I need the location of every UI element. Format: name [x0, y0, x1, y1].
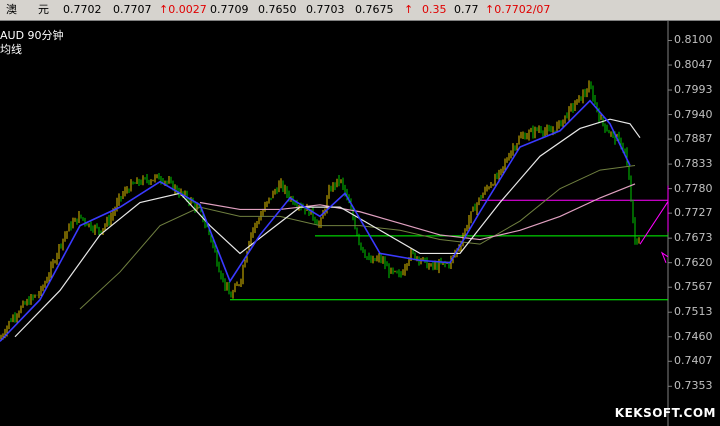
- quote-value-7: 0.35: [422, 3, 447, 16]
- y-tick-label: 0.7780: [674, 181, 713, 195]
- y-tick-label: 0.7567: [674, 280, 713, 294]
- quote-value-2: 0.7707: [113, 3, 152, 16]
- projection-arrow-icon: [660, 251, 669, 263]
- quote-value-5: 0.7703: [306, 3, 345, 16]
- moving-average-white: [14, 118, 641, 338]
- y-tick-label: 0.7887: [674, 132, 713, 146]
- y-tick-label: 0.7727: [674, 206, 713, 220]
- quote-value-8: 0.77: [454, 3, 479, 16]
- price-chart: [0, 20, 672, 426]
- moving-average-olive: [79, 164, 636, 310]
- y-tick-label: 0.7940: [674, 107, 713, 121]
- quote-value-4: 0.7650: [258, 3, 297, 16]
- projection-line: [639, 201, 669, 245]
- quote-value-9: ↑0.7702/07: [485, 3, 551, 16]
- y-tick-label: 0.7513: [674, 305, 713, 319]
- y-tick-label: 0.7407: [674, 354, 713, 368]
- y-tick-label: 0.7993: [674, 83, 713, 97]
- y-tick-label: 0.7673: [674, 231, 713, 245]
- quote-up-arrow: ↑: [404, 3, 414, 16]
- y-tick-label: 0.7460: [674, 329, 713, 343]
- y-tick-label: 0.7353: [674, 379, 713, 393]
- y-tick-label: 0.8100: [674, 33, 713, 47]
- watermark: KEKSOFT.COM: [614, 406, 716, 420]
- y-tick-label: 0.7833: [674, 157, 713, 171]
- quote-value-3: 0.7709: [210, 3, 249, 16]
- quote-value-6: 0.7675: [355, 3, 394, 16]
- y-tick-label: 0.8047: [674, 58, 713, 72]
- currency-name-char-2: 元: [38, 3, 49, 16]
- quote-change: ↑0.0027: [159, 3, 207, 16]
- moving-average-label: 均线: [0, 43, 22, 56]
- quote-value-1: 0.7702: [63, 3, 102, 16]
- y-tick-label: 0.7620: [674, 255, 713, 269]
- quote-bar: 澳 元 0.7702 0.7707 ↑0.0027 0.7709 0.7650 …: [0, 0, 720, 21]
- currency-name-char-1: 澳: [6, 3, 17, 16]
